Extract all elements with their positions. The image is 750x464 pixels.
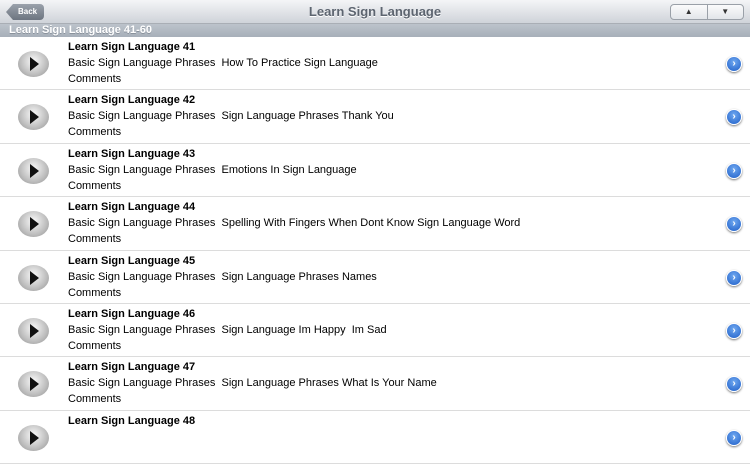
list-item[interactable]: Learn Sign Language 43 Basic Sign Langua…: [0, 144, 750, 198]
item-title: Learn Sign Language 44: [68, 201, 196, 214]
item-subtitle: Basic Sign Language Phrases Spelling Wit…: [68, 217, 521, 230]
detail-disclosure-icon[interactable]: ›: [726, 429, 742, 446]
detail-disclosure-icon[interactable]: ›: [726, 216, 742, 233]
item-subtitle: Basic Sign Language Phrases Sign Languag…: [68, 110, 394, 123]
detail-disclosure-icon[interactable]: ›: [726, 269, 742, 286]
lesson-list: Learn Sign Language 41 Basic Sign Langua…: [0, 37, 750, 464]
page-title: Learn Sign Language: [308, 4, 442, 19]
list-item[interactable]: Learn Sign Language 42 Basic Sign Langua…: [0, 90, 750, 144]
detail-disclosure-icon[interactable]: ›: [726, 322, 742, 339]
detail-disclosure-icon[interactable]: ›: [726, 56, 742, 72]
play-icon[interactable]: [18, 211, 49, 238]
item-title: Learn Sign Language 46: [68, 307, 196, 320]
detail-disclosure-icon[interactable]: ›: [726, 109, 742, 126]
play-icon[interactable]: [18, 51, 49, 77]
item-comments: Comments: [68, 126, 122, 139]
list-item[interactable]: Learn Sign Language 46 Basic Sign Langua…: [0, 304, 750, 358]
play-icon[interactable]: [18, 264, 49, 291]
item-title: Learn Sign Language 43: [68, 147, 196, 160]
navigation-bar: Back Learn Sign Language ▲ ▼: [0, 0, 750, 24]
item-comments: Comments: [68, 286, 122, 299]
item-subtitle: Basic Sign Language Phrases Sign Languag…: [68, 270, 377, 283]
list-item[interactable]: Learn Sign Language 48 ›: [0, 411, 750, 464]
item-title: Learn Sign Language 42: [68, 94, 196, 107]
detail-disclosure-icon[interactable]: ›: [726, 162, 742, 179]
section-header: Learn Sign Language 41-60: [0, 24, 750, 37]
item-title: Learn Sign Language 45: [68, 254, 196, 267]
item-subtitle: Basic Sign Language Phrases How To Pract…: [68, 57, 378, 69]
prev-next-control: ▲ ▼: [670, 4, 744, 20]
previous-button[interactable]: ▲: [671, 5, 708, 19]
play-icon[interactable]: [18, 371, 49, 398]
detail-disclosure-icon[interactable]: ›: [726, 376, 742, 393]
item-comments: Comments: [68, 339, 122, 352]
item-subtitle: Basic Sign Language Phrases Sign Languag…: [68, 377, 437, 390]
list-item[interactable]: Learn Sign Language 41 Basic Sign Langua…: [0, 37, 750, 91]
play-icon[interactable]: [18, 424, 49, 451]
item-comments: Comments: [68, 179, 122, 192]
item-comments: Comments: [68, 73, 122, 85]
item-comments: Comments: [68, 393, 122, 406]
item-title: Learn Sign Language 47: [68, 361, 196, 374]
list-item[interactable]: Learn Sign Language 44 Basic Sign Langua…: [0, 197, 750, 251]
item-comments: Comments: [68, 233, 122, 246]
item-subtitle: Basic Sign Language Phrases Emotions In …: [68, 163, 357, 176]
item-subtitle: Basic Sign Language Phrases Sign Languag…: [68, 323, 387, 336]
item-title: Learn Sign Language 41: [68, 41, 196, 53]
play-icon[interactable]: [18, 104, 49, 131]
list-item[interactable]: Learn Sign Language 47 Basic Sign Langua…: [0, 357, 750, 411]
list-item[interactable]: Learn Sign Language 45 Basic Sign Langua…: [0, 251, 750, 304]
next-button[interactable]: ▼: [708, 5, 744, 19]
item-title: Learn Sign Language 48: [68, 414, 196, 427]
play-icon[interactable]: [18, 317, 49, 344]
play-icon[interactable]: [18, 157, 49, 184]
